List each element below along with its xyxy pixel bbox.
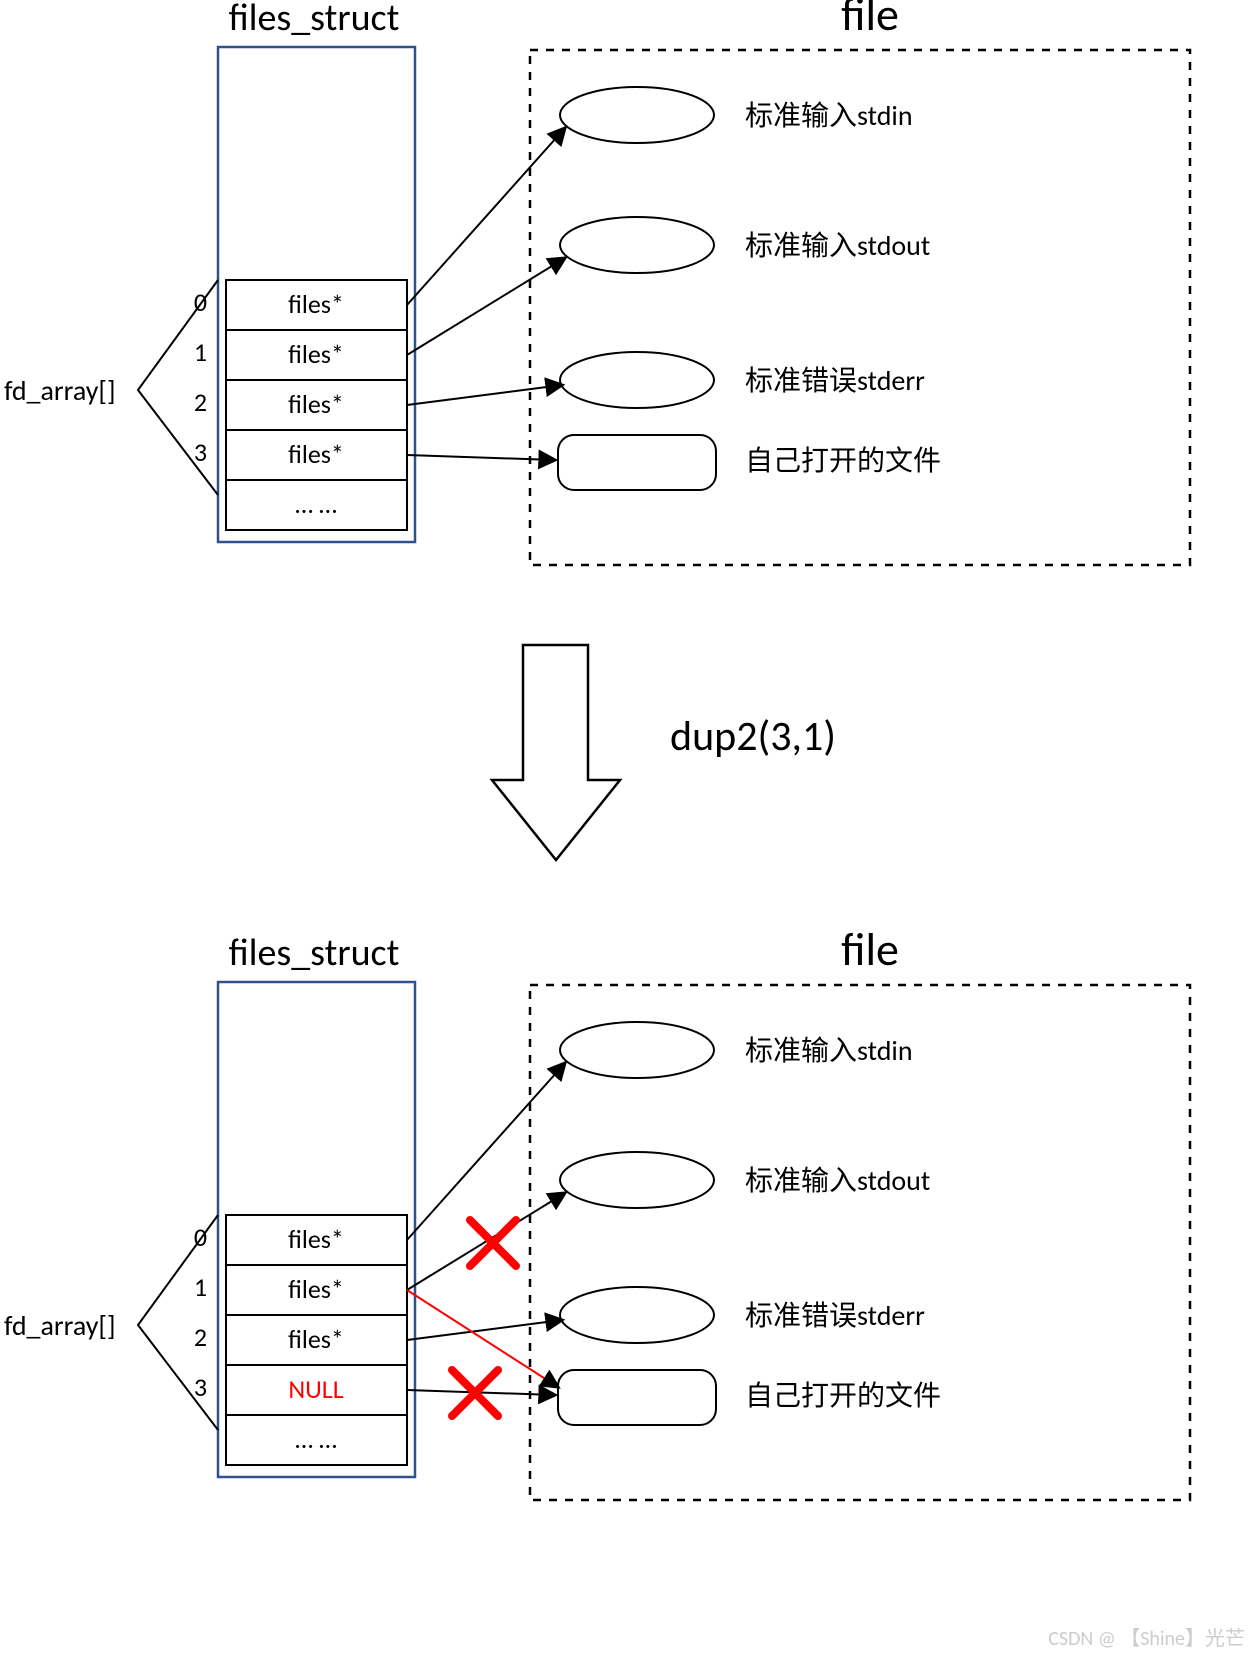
fd-row-4-value-top: … … [295, 488, 337, 520]
down-arrow-icon [492, 645, 620, 860]
fd-row-0-index-bottom: 0 [194, 1221, 207, 1253]
fd-row-2-value-bottom: files* [288, 1323, 344, 1355]
fd-array-label-top: fd_array[] [4, 373, 116, 408]
fd-row-3-index-bottom: 3 [194, 1371, 207, 1403]
file-ellipse-stderr-bottom [560, 1287, 714, 1343]
fd-row-1-index-bottom: 1 [194, 1271, 207, 1303]
arrow-1-stdout-top [407, 258, 565, 355]
file-label-stdout-bottom: 标准输入stdout [745, 1163, 930, 1198]
top-diagram: files_struct file files* 0 files* 1 file… [4, 0, 1190, 565]
file-ellipse-stdin-top [560, 87, 714, 143]
fd-row-1-value-bottom: files* [288, 1273, 344, 1305]
fd-array-rows-top: files* 0 files* 1 files* 2 files* 3 … … [194, 280, 407, 530]
file-ellipse-stdout-bottom [560, 1152, 714, 1208]
fd-array-rows-bottom: files* 0 files* 1 files* 2 NULL 3 … … [194, 1215, 407, 1465]
watermark: CSDN @ 【Shine】光芒 [1048, 1627, 1245, 1651]
arrow-0-stdin-bottom [407, 1063, 565, 1240]
fd-row-3-value-top: files* [288, 438, 344, 470]
arrow-2-stderr-bottom [407, 1320, 562, 1340]
files-struct-title-bottom: files_struct [229, 930, 400, 976]
file-label-stdin-bottom: 标准输入stdin [745, 1033, 913, 1068]
fd-row-2-value-top: files* [288, 388, 344, 420]
file-label-stdin-top: 标准输入stdin [745, 98, 913, 133]
cross-icon-stdout [470, 1220, 516, 1266]
file-title-top: file [841, 0, 899, 43]
file-label-own-top: 自己打开的文件 [745, 443, 941, 478]
arrow-1-own-bottom-new [407, 1290, 558, 1387]
action-arrow: dup2(3,1) [492, 645, 836, 860]
fd-row-0-value-top: files* [288, 288, 344, 320]
arrow-2-stderr-top [407, 385, 562, 405]
file-label-own-bottom: 自己打开的文件 [745, 1378, 941, 1413]
fd-row-3-value-bottom: NULL [288, 1373, 343, 1405]
file-label-stderr-top: 标准错误stderr [745, 363, 925, 398]
fd-row-0-value-bottom: files* [288, 1223, 344, 1255]
fd-row-2-index-top: 2 [194, 386, 207, 418]
file-label-stderr-bottom: 标准错误stderr [745, 1298, 925, 1333]
fd-row-3-index-top: 3 [194, 436, 207, 468]
bottom-diagram: files_struct file files* 0 files* 1 file… [4, 922, 1190, 1500]
file-ellipse-stdin-bottom [560, 1022, 714, 1078]
file-label-stdout-top: 标准输入stdout [745, 228, 930, 263]
fd-row-1-value-top: files* [288, 338, 344, 370]
files-struct-title-top: files_struct [229, 0, 400, 41]
file-ellipse-stdout-top [560, 217, 714, 273]
fd-array-label-bottom: fd_array[] [4, 1308, 116, 1343]
arrow-0-stdin-top [407, 128, 565, 305]
file-ellipse-stderr-top [560, 352, 714, 408]
file-rect-own-bottom [558, 1370, 716, 1425]
arrow-3-own-top [407, 455, 555, 460]
fd-row-1-index-top: 1 [194, 336, 207, 368]
file-title-bottom: file [841, 922, 899, 978]
file-rect-own-top [558, 435, 716, 490]
fd-row-4-value-bottom: … … [295, 1423, 337, 1455]
action-label: dup2(3,1) [670, 711, 836, 762]
fd-row-0-index-top: 0 [194, 286, 207, 318]
fd-row-2-index-bottom: 2 [194, 1321, 207, 1353]
